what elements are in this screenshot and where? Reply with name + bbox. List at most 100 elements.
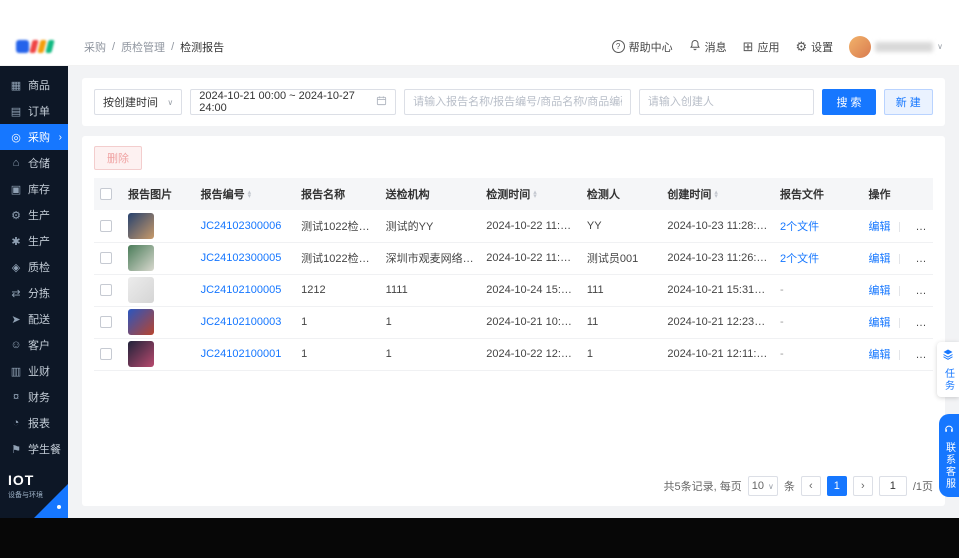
report-files[interactable]: 2个文件 [780, 253, 819, 265]
divider [898, 350, 900, 361]
sidebar-item-label: 仓储 [28, 158, 50, 170]
sidebar-item-label: 业财 [28, 366, 50, 378]
account-menu[interactable]: ∨ [849, 35, 943, 58]
sidebar-iot-section[interactable]: IOT 设备与环境 [0, 464, 68, 518]
help-center-button[interactable]: ? 帮助中心 [611, 39, 673, 55]
filter-bar: 按创建时间 ∨ 2024-10-21 00:00 ~ 2024-10-27 24… [82, 78, 945, 126]
creator-input[interactable] [638, 89, 815, 115]
task-fab-button[interactable]: 任务 [937, 342, 959, 397]
report-files: - [779, 284, 784, 296]
report-image-thumbnail[interactable] [128, 277, 155, 303]
sidebar-item-business-finance[interactable]: ▥ 业财 › [0, 358, 68, 384]
prev-page-button[interactable]: ‹ [800, 476, 821, 496]
agency-cell: 深圳市观麦网络科技 [379, 242, 481, 275]
edit-link[interactable]: 编辑 [869, 253, 891, 265]
report-no-link[interactable]: JC24102100003 [201, 316, 282, 328]
divider [898, 254, 900, 265]
page-1-button[interactable]: 1 [826, 476, 847, 496]
username-blurred [875, 41, 934, 52]
edit-link[interactable]: 编辑 [869, 285, 891, 297]
report-files[interactable]: 2个文件 [780, 221, 819, 233]
date-range-input[interactable]: 2024-10-21 00:00 ~ 2024-10-27 24:00 [190, 89, 397, 115]
edit-link[interactable]: 编辑 [869, 349, 891, 361]
chevron-down-icon: ∨ [767, 481, 774, 491]
tester-cell: YY [580, 210, 662, 243]
sort-icon[interactable]: ▴ ▾ [714, 189, 718, 200]
keyword-input[interactable] [404, 89, 631, 115]
sidebar-menu: ▦ 商品 › ▤ 订单 › ◎ 采购 › ⌂ 仓储 › ▣ 库存 › ⚙ 生产 … [0, 66, 68, 462]
logo-zone[interactable] [0, 40, 68, 53]
sort-icon[interactable]: ▴ ▾ [533, 189, 537, 200]
edit-link[interactable]: 编辑 [869, 221, 891, 233]
calendar-icon [376, 95, 387, 109]
edit-link[interactable]: 编辑 [869, 317, 891, 329]
create-button[interactable]: 新 建 [883, 89, 933, 115]
test-time-cell: 2024-10-22 11:25:00 [480, 242, 581, 275]
report-image-thumbnail[interactable] [128, 341, 155, 367]
page-size-unit: 条 [783, 481, 795, 493]
pagination: 共5条记录, 每页 10 ∨ 条 ‹ 1 › /1页 [94, 466, 933, 496]
page-jump-input[interactable] [878, 476, 907, 496]
page-size-select[interactable]: 10 ∨ [747, 476, 778, 496]
chevron-down-icon: ∨ [937, 42, 943, 51]
report-name-cell: 1212 [295, 274, 380, 307]
report-no-link[interactable]: JC24102300006 [201, 220, 282, 232]
row-checkbox[interactable] [100, 316, 112, 329]
col-agency: 送检机构 [379, 178, 481, 210]
select-all-checkbox[interactable] [100, 188, 112, 201]
messages-button[interactable]: 消息 [689, 39, 727, 55]
sidebar-item-icon: ▥ [10, 365, 22, 378]
row-checkbox[interactable] [100, 219, 112, 232]
row-checkbox[interactable] [100, 348, 112, 361]
breadcrumb-item[interactable]: 采购 [84, 39, 106, 55]
customer-service-fab-button[interactable]: 联系客服 [939, 414, 959, 497]
next-page-button[interactable]: › [852, 476, 873, 496]
report-image-thumbnail[interactable] [128, 309, 155, 335]
sidebar-item-sorting[interactable]: ⇄ 分拣 › [0, 280, 68, 306]
sidebar-item-procurement[interactable]: ◎ 采购 › [0, 124, 68, 150]
table-row: JC24102300006 测试1022检测报告 测试的YY 2024-10-2… [94, 210, 933, 243]
tester-cell: 1 [580, 338, 662, 371]
breadcrumb-item[interactable]: 质检管理 [121, 39, 165, 55]
sidebar-item-customers[interactable]: ☺ 客户 › [0, 332, 68, 358]
sidebar-item-reports[interactable]: ◔ 报表 › [0, 410, 68, 436]
test-time-cell: 2024-10-21 10:24:00 [480, 306, 581, 339]
search-button[interactable]: 搜 索 [822, 89, 876, 115]
sidebar-item-inventory[interactable]: ▣ 库存 › [0, 176, 68, 202]
bulk-delete-button[interactable]: 删除 [94, 146, 142, 170]
col-created-time[interactable]: 创建时间 ▴ ▾ [661, 178, 774, 210]
sidebar-item-delivery[interactable]: ➤ 配送 › [0, 306, 68, 332]
sort-icon[interactable]: ▴ ▾ [248, 189, 252, 200]
report-name-cell: 测试1022检测报告 [295, 210, 380, 243]
breadcrumb-current: 检测报告 [180, 41, 225, 54]
col-test-time[interactable]: 检测时间 ▴ ▾ [480, 178, 581, 210]
report-list-card: 删除 报告图片 报告编号▴▾ 报告名称 送检机构 检测时间▴▾ 检测人 [82, 136, 945, 506]
divider [898, 318, 900, 329]
sidebar-item-icon: ▣ [10, 183, 22, 196]
bottom-letterbox-bar [0, 518, 959, 558]
col-report-no[interactable]: 报告编号 ▴ ▾ [194, 178, 296, 210]
row-checkbox[interactable] [100, 284, 112, 297]
apps-button[interactable]: ⊞ 应用 [743, 39, 780, 55]
sidebar-item-production-2[interactable]: ✱ 生产 › [0, 228, 68, 254]
table-row: JC24102300005 测试1022检测报告 深圳市观麦网络科技 2024-… [94, 242, 933, 275]
settings-button[interactable]: ⚙ 设置 [795, 39, 833, 55]
sidebar-item-production-1[interactable]: ⚙ 生产 › [0, 202, 68, 228]
sidebar-item-orders[interactable]: ▤ 订单 › [0, 98, 68, 124]
table-row: JC24102100001 1 1 2024-10-22 12:10:00 1 … [94, 338, 933, 371]
divider [898, 286, 900, 297]
report-no-link[interactable]: JC24102300005 [201, 252, 282, 264]
sidebar-item-icon: ✱ [11, 235, 21, 248]
sidebar-item-goods[interactable]: ▦ 商品 › [0, 72, 68, 98]
sidebar-item-student-meal[interactable]: ⚑ 学生餐 › [0, 436, 68, 462]
sidebar-item-finance[interactable]: ¤ 财务 › [0, 384, 68, 410]
page-count-label: /1页 [912, 481, 933, 493]
time-type-select[interactable]: 按创建时间 ∨ [94, 89, 183, 115]
report-no-link[interactable]: JC24102100005 [201, 284, 282, 296]
report-image-thumbnail[interactable] [128, 212, 155, 239]
sidebar-item-warehouse[interactable]: ⌂ 仓储 › [0, 150, 68, 176]
report-image-thumbnail[interactable] [128, 245, 155, 271]
sidebar-item-quality[interactable]: ◈ 质检 › [0, 254, 68, 280]
report-no-link[interactable]: JC24102100001 [201, 348, 282, 360]
row-checkbox[interactable] [100, 252, 112, 265]
